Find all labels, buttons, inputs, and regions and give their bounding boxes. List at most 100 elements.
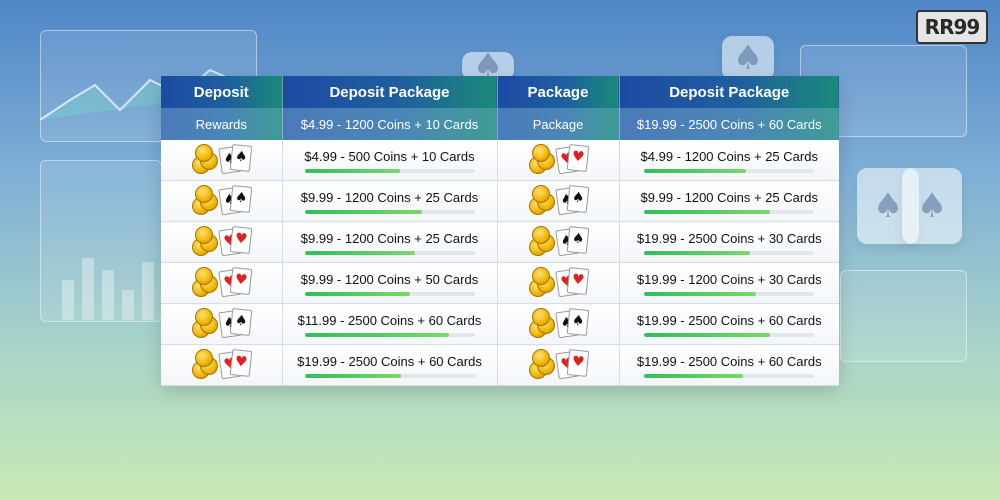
right-package-cell[interactable]: $19.99 - 2500 Coins + 60 Cards <box>619 303 839 345</box>
left-reward-icon-cell: ♠♠ <box>161 180 283 222</box>
coins-heart-cards-icon: ♥♥ <box>192 266 253 297</box>
coins-heart-cards-icon: ♥♥ <box>192 348 253 379</box>
package-progress-fill <box>304 251 415 255</box>
table-row: ♠♠ $11.99 - 2500 Coins + 60 Cards ♠♠ $19.99… <box>161 303 839 345</box>
package-progress-fill <box>644 292 757 296</box>
package-progress-fill <box>304 374 402 378</box>
gold-coins-icon <box>192 307 219 338</box>
spade-cards-icon: ♠♠ <box>555 184 590 215</box>
coins-heart-cards-icon: ♥♥ <box>192 225 253 256</box>
coins-spade-cards-icon: ♠♠ <box>192 184 253 215</box>
package-label: $19.99 - 2500 Coins + 60 Cards <box>636 313 822 328</box>
table-row: ♥♥ $19.99 - 2500 Coins + 60 Cards ♥♥ $19.99… <box>161 344 839 386</box>
package-label: $9.99 - 1200 Coins + 50 Cards <box>300 272 479 287</box>
coins-spade-cards-icon: ♠♠ <box>192 143 253 174</box>
coins-heart-cards-icon: ♥♥ <box>529 348 590 379</box>
package-progress-bar <box>304 292 475 296</box>
subheader-package: Package <box>497 108 620 140</box>
gold-coins-icon <box>529 225 555 256</box>
bg-list-panel-right <box>840 270 967 362</box>
left-reward-icon-cell: ♠♠ <box>161 303 283 345</box>
left-package-cell[interactable]: $9.99 - 1200 Coins + 50 Cards <box>282 262 498 304</box>
gold-coins-icon <box>192 184 219 215</box>
package-progress-bar <box>644 251 815 255</box>
bg-bar <box>142 262 154 320</box>
gold-coins-icon <box>192 143 219 174</box>
package-label: $19.99 - 2500 Coins + 60 Cards <box>636 354 822 369</box>
package-progress-fill <box>304 169 400 173</box>
spade-cards-icon: ♠♠ <box>218 307 253 338</box>
package-progress-fill <box>304 292 410 296</box>
heart-cards-icon: ♥♥ <box>218 225 253 256</box>
gold-coins-icon <box>529 184 555 215</box>
package-label: $4.99 - 500 Coins + 10 Cards <box>304 149 475 164</box>
bg-bar <box>122 290 134 320</box>
subheader-deposit-package-2: $19.99 - 2500 Coins + 60 Cards <box>619 108 839 140</box>
left-package-cell[interactable]: $9.99 - 1200 Coins + 25 Cards <box>282 180 498 222</box>
table-row: ♥♥ $9.99 - 1200 Coins + 50 Cards ♥♥ $19.99 … <box>161 262 839 304</box>
right-reward-icon-cell: ♥♥ <box>497 140 620 181</box>
right-package-cell[interactable]: $19.99 - 2500 Coins + 30 Cards <box>619 221 839 263</box>
bg-bar <box>62 280 74 320</box>
package-label: $9.99 - 1200 Coins + 25 Cards <box>640 190 818 205</box>
package-table-body: ♠♠ $4.99 - 500 Coins + 10 Cards ♥♥ $4.99 - … <box>161 140 839 386</box>
left-reward-icon-cell: ♠♠ <box>161 140 283 181</box>
package-progress-fill <box>644 374 743 378</box>
left-reward-icon-cell: ♥♥ <box>161 344 283 386</box>
gold-coins-icon <box>529 348 555 379</box>
table-row: ♠♠ $9.99 - 1200 Coins + 25 Cards ♠♠ $9.99 -… <box>161 180 839 222</box>
package-progress-bar <box>304 374 475 378</box>
package-progress-fill <box>644 333 771 337</box>
gold-coins-icon <box>529 266 555 297</box>
left-package-cell[interactable]: $4.99 - 500 Coins + 10 Cards <box>282 140 498 181</box>
package-progress-bar <box>304 251 475 255</box>
package-progress-bar <box>644 374 815 378</box>
right-reward-icon-cell: ♥♥ <box>497 344 620 386</box>
package-progress-fill <box>644 169 747 173</box>
package-label: $19.99 - 2500 Coins + 30 Cards <box>636 231 822 246</box>
heart-cards-icon: ♥♥ <box>218 266 253 297</box>
left-package-cell[interactable]: $9.99 - 1200 Coins + 25 Cards <box>282 221 498 263</box>
spade-cards-icon: ♠♠ <box>555 225 590 256</box>
coins-spade-cards-icon: ♠♠ <box>529 225 590 256</box>
right-reward-icon-cell: ♠♠ <box>497 303 620 345</box>
gold-coins-icon <box>192 225 219 256</box>
left-package-cell[interactable]: $19.99 - 2500 Coins + 60 Cards <box>282 344 498 386</box>
heart-cards-icon: ♥♥ <box>218 348 253 379</box>
coins-spade-cards-icon: ♠♠ <box>192 307 253 338</box>
subheader-rewards: Rewards <box>161 108 283 140</box>
right-reward-icon-cell: ♥♥ <box>497 262 620 304</box>
package-progress-fill <box>304 333 449 337</box>
coins-spade-cards-icon: ♠♠ <box>529 307 590 338</box>
package-progress-bar <box>644 210 815 214</box>
spade-cards-icon: ♠♠ <box>218 143 253 174</box>
right-package-cell[interactable]: $4.99 - 1200 Coins + 25 Cards <box>619 140 839 181</box>
package-progress-bar <box>304 210 475 214</box>
header-package: Package <box>497 76 620 108</box>
header-deposit-package-2: Deposit Package <box>619 76 839 108</box>
package-label: $11.99 - 2500 Coins + 60 Cards <box>297 313 482 328</box>
package-progress-bar <box>304 333 475 337</box>
heart-cards-icon: ♥♥ <box>555 143 590 174</box>
heart-cards-icon: ♥♥ <box>555 266 590 297</box>
gold-coins-icon <box>529 307 555 338</box>
subheader-deposit-package: $4.99 - 1200 Coins + 10 Cards <box>282 108 498 140</box>
header-deposit-package: Deposit Package <box>282 76 498 108</box>
gold-coins-icon <box>192 266 219 297</box>
package-label: $19.99 - 1200 Coins + 30 Cards <box>636 272 822 287</box>
right-package-cell[interactable]: $19.99 - 1200 Coins + 30 Cards <box>619 262 839 304</box>
right-reward-icon-cell: ♠♠ <box>497 180 620 222</box>
package-progress-fill <box>644 210 771 214</box>
table-row: ♥♥ $9.99 - 1200 Coins + 25 Cards ♠♠ $19.99 … <box>161 221 839 263</box>
package-label: $4.99 - 1200 Coins + 25 Cards <box>640 149 818 164</box>
right-package-cell[interactable]: $9.99 - 1200 Coins + 25 Cards <box>619 180 839 222</box>
package-label: $9.99 - 1200 Coins + 25 Cards <box>300 190 479 205</box>
package-progress-bar <box>644 169 815 173</box>
left-package-cell[interactable]: $11.99 - 2500 Coins + 60 Cards <box>282 303 498 345</box>
gold-coins-icon <box>192 348 219 379</box>
package-label: $9.99 - 1200 Coins + 25 Cards <box>300 231 479 246</box>
right-package-cell[interactable]: $19.99 - 2500 Coins + 60 Cards <box>619 344 839 386</box>
left-reward-icon-cell: ♥♥ <box>161 262 283 304</box>
package-label: $19.99 - 2500 Coins + 60 Cards <box>297 354 482 369</box>
bg-card-spade-icon: ♠ <box>902 168 962 244</box>
